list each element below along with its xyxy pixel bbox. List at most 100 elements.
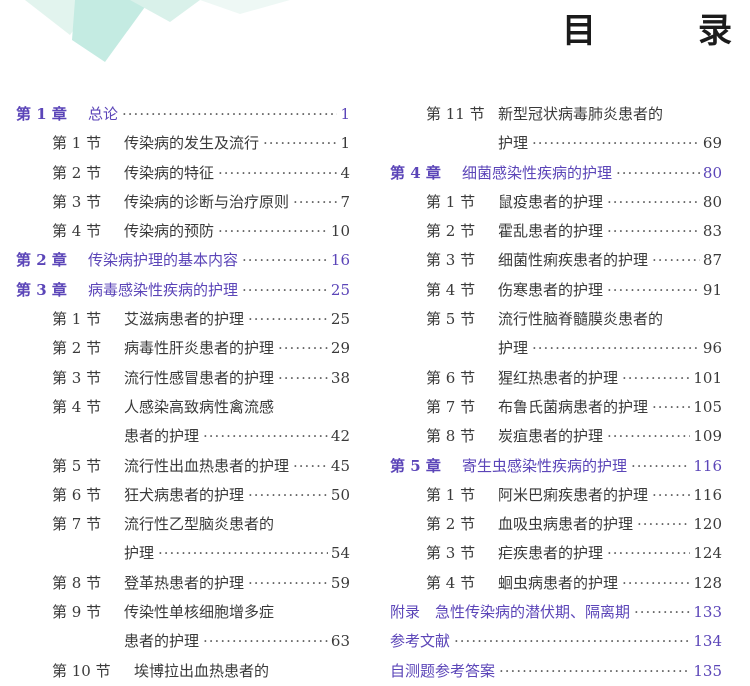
decorative-shapes: [25, 0, 290, 62]
toc-column-left: 第 1 章总论 ·································…: [16, 100, 350, 686]
toc-leader-dots: ········································…: [607, 192, 700, 211]
toc-leader: ········································…: [607, 276, 722, 305]
toc-leader-dots: ········································…: [652, 251, 700, 270]
toc-section-continuation[interactable]: 护理······································…: [390, 129, 722, 158]
toc-section-entry[interactable]: 第 7 节 流行性乙型脑炎患者的: [16, 510, 350, 539]
toc-page-number: 25: [330, 280, 350, 299]
toc-page-number: 101: [693, 368, 722, 387]
toc-section-entry[interactable]: 第 4 节 伤寒患者的护理····························…: [390, 276, 722, 305]
toc-page-number: 42: [330, 427, 350, 446]
toc-section-entry[interactable]: 第 8 节 炭疽患者的护理····························…: [390, 422, 722, 451]
toc-entry-number: 第 10 节: [52, 661, 111, 680]
toc-leader-dots: ········································…: [532, 339, 700, 358]
toc-section-entry[interactable]: 第 4 节 蛔虫病患者的护理···························…: [390, 569, 722, 598]
toc-entry-title: 流行性出血热患者的护理: [124, 456, 290, 475]
toc-leader: ········································…: [607, 217, 722, 246]
toc-leader: ········································…: [248, 305, 350, 334]
toc-leader: ········································…: [532, 334, 722, 363]
toc-chapter-entry[interactable]: 第 2 章 传染病护理的基本内容·························…: [16, 246, 350, 275]
toc-entry-number: 第 6 节: [426, 368, 476, 387]
toc-section-continuation[interactable]: 患者的护理···································…: [16, 422, 350, 451]
toc-page-number: 10: [330, 222, 350, 241]
toc-chapter-entry[interactable]: 第 1 章 总论 ·································…: [16, 100, 350, 129]
toc-section-entry[interactable]: 第 2 节 传染病的特征·····························…: [16, 159, 350, 188]
toc-page-number: 50: [330, 485, 350, 504]
toc-entry-number: 第 8 节: [52, 573, 102, 592]
toc-page-number: 105: [693, 397, 722, 416]
toc-appendix-entry[interactable]: 附录 急性传染病的潜伏期、隔离期························…: [390, 598, 722, 627]
toc-leader-dots: ········································…: [622, 368, 690, 387]
toc-page-number: 80: [702, 163, 722, 182]
toc-section-entry[interactable]: 第 10 节 埃博拉出血热患者的: [16, 657, 350, 686]
toc-section-continuation[interactable]: 护理······································…: [16, 539, 350, 568]
toc-leader-dots: ········································…: [122, 105, 337, 123]
toc-entry-title: 伤寒患者的护理: [498, 280, 604, 299]
toc-section-entry[interactable]: 第 11 节新型冠状病毒肺炎患者的: [390, 100, 722, 129]
toc-leader-dots: ········································…: [293, 456, 328, 475]
toc-section-entry[interactable]: 第 6 节 猩红热患者的护理···························…: [390, 364, 722, 393]
toc-chapter-entry[interactable]: 第 3 章 病毒感染性疾病的护理·························…: [16, 276, 350, 305]
toc-section-entry[interactable]: 第 6 节 狂犬病患者的护理···························…: [16, 481, 350, 510]
toc-section-entry[interactable]: 第 1 节 艾滋病患者的护理···························…: [16, 305, 350, 334]
toc-entry-title: 鼠疫患者的护理: [498, 192, 604, 211]
toc-entry-title: 传染病护理的基本内容: [88, 251, 239, 270]
toc-entry-number: 第 1 节: [52, 134, 102, 153]
toc-page-number: 128: [693, 573, 722, 592]
toc-section-entry[interactable]: 第 9 节 传染性单核细胞增多症: [16, 598, 350, 627]
toc-section-entry[interactable]: 第 1 节 阿米巴痢疾患者的护理·························…: [390, 481, 722, 510]
toc-appendix-entry[interactable]: 自测题参考答案 ·································…: [390, 657, 722, 686]
toc-section-entry[interactable]: 第 2 节 血吸虫病患者的护理··························…: [390, 510, 722, 539]
toc-section-entry[interactable]: 第 1 节 鼠疫患者的护理····························…: [390, 188, 722, 217]
toc-section-entry[interactable]: 第 8 节 登革热患者的护理···························…: [16, 569, 350, 598]
toc-leader-dots: ········································…: [532, 134, 700, 153]
toc-chapter-entry[interactable]: 第 4 章 细菌感染性疾病的护理·························…: [390, 159, 722, 188]
toc-leader-dots: ········································…: [278, 368, 328, 387]
toc-entry-title: 血吸虫病患者的护理: [498, 515, 634, 534]
toc-page-number: 87: [702, 251, 722, 270]
toc-entry-number: 第 7 节: [426, 397, 476, 416]
toc-chapter-entry[interactable]: 第 5 章 寄生虫感染性疾病的护理························…: [390, 452, 722, 481]
toc-leader-dots: ········································…: [203, 427, 328, 446]
toc-entry-title: 总论: [88, 105, 119, 123]
toc-leader: ········································…: [532, 129, 722, 158]
toc-leader-dots: ········································…: [499, 661, 690, 680]
toc-leader: ········································…: [248, 481, 350, 510]
toc-section-continuation[interactable]: 护理······································…: [390, 334, 722, 363]
toc-appendix-entry[interactable]: 参考文献 ····································…: [390, 627, 722, 656]
toc-page-number: 4: [340, 163, 350, 182]
toc-leader-dots: ········································…: [637, 515, 690, 534]
toc-section-entry[interactable]: 第 2 节 霍乱患者的护理····························…: [390, 217, 722, 246]
toc-entry-number: 第 9 节: [52, 603, 102, 622]
toc-entry-number: 第 1 节: [426, 192, 476, 211]
page-title-char-1: 目: [562, 11, 596, 51]
toc-section-entry[interactable]: 第 3 节 疟疾患者的护理····························…: [390, 539, 722, 568]
toc-section-entry[interactable]: 第 2 节 病毒性肝炎患者的护理·························…: [16, 334, 350, 363]
toc-section-entry[interactable]: 第 1 节 传染病的发生及流行··························…: [16, 129, 350, 158]
toc-leader-dots: ········································…: [616, 163, 700, 182]
toc-leader: ········································…: [454, 627, 722, 656]
toc-section-entry[interactable]: 第 7 节 布鲁氏菌病患者的护理·························…: [390, 393, 722, 422]
toc-entry-title: 布鲁氏菌病患者的护理: [498, 397, 649, 416]
toc-entry-title: 流行性脑脊髓膜炎患者的: [498, 310, 664, 329]
toc-leader: ········································…: [242, 276, 350, 305]
toc-section-entry[interactable]: 第 3 节 细菌性痢疾患者的护理·························…: [390, 246, 722, 275]
toc-page-number: 25: [330, 310, 350, 329]
toc-section-entry[interactable]: 第 3 节 传染病的诊断与治疗原则························…: [16, 188, 350, 217]
toc-section-entry[interactable]: 第 5 节 流行性出血热患者的护理························…: [16, 452, 350, 481]
toc-page-number: 134: [693, 632, 722, 651]
toc-entry-number: 第 4 节: [426, 573, 476, 592]
toc-entry-title: 护理: [498, 339, 529, 358]
toc-section-entry[interactable]: 第 4 节 人感染高致病性禽流感: [16, 393, 350, 422]
deco-shape-center: [72, 0, 150, 62]
toc-page-number: 7: [340, 192, 350, 211]
toc-entry-title: 附录 急性传染病的潜伏期、隔离期: [390, 603, 631, 622]
toc-section-entry[interactable]: 第 4 节 传染病的预防·····························…: [16, 217, 350, 246]
toc-entry-title: 狂犬病患者的护理: [124, 485, 245, 504]
toc-entry-number: 第 1 章: [16, 105, 67, 123]
toc-section-entry[interactable]: 第 3 节 流行性感冒患者的护理·························…: [16, 364, 350, 393]
toc-page-number: 96: [702, 339, 722, 358]
toc-section-continuation[interactable]: 患者的护理···································…: [16, 627, 350, 656]
toc-entry-title: 寄生虫感染性疾病的护理: [462, 456, 628, 475]
toc-section-entry[interactable]: 第 5 节 流行性脑脊髓膜炎患者的: [390, 305, 722, 334]
toc-page-number: 83: [702, 222, 722, 241]
